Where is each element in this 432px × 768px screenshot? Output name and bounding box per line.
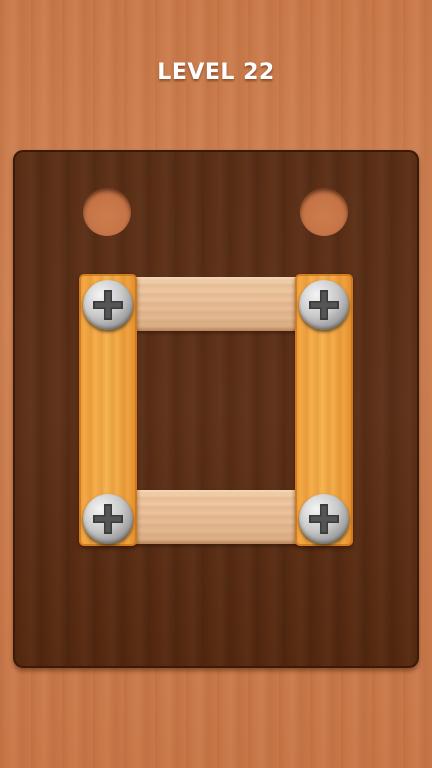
- empty-hole-left[interactable]: [83, 188, 131, 236]
- screw-top-right[interactable]: [299, 280, 349, 330]
- plank-bottom[interactable]: [120, 490, 313, 544]
- phillips-screw-icon: [93, 504, 123, 534]
- screw-top-left[interactable]: [83, 280, 133, 330]
- plank-top[interactable]: [120, 277, 313, 331]
- phillips-screw-icon: [309, 504, 339, 534]
- empty-hole-right[interactable]: [300, 188, 348, 236]
- screw-bottom-right[interactable]: [299, 494, 349, 544]
- level-title: LEVEL 22: [157, 60, 275, 85]
- phillips-screw-icon: [93, 290, 123, 320]
- game-board: [13, 150, 419, 668]
- phillips-screw-icon: [309, 290, 339, 320]
- screw-bottom-left[interactable]: [83, 494, 133, 544]
